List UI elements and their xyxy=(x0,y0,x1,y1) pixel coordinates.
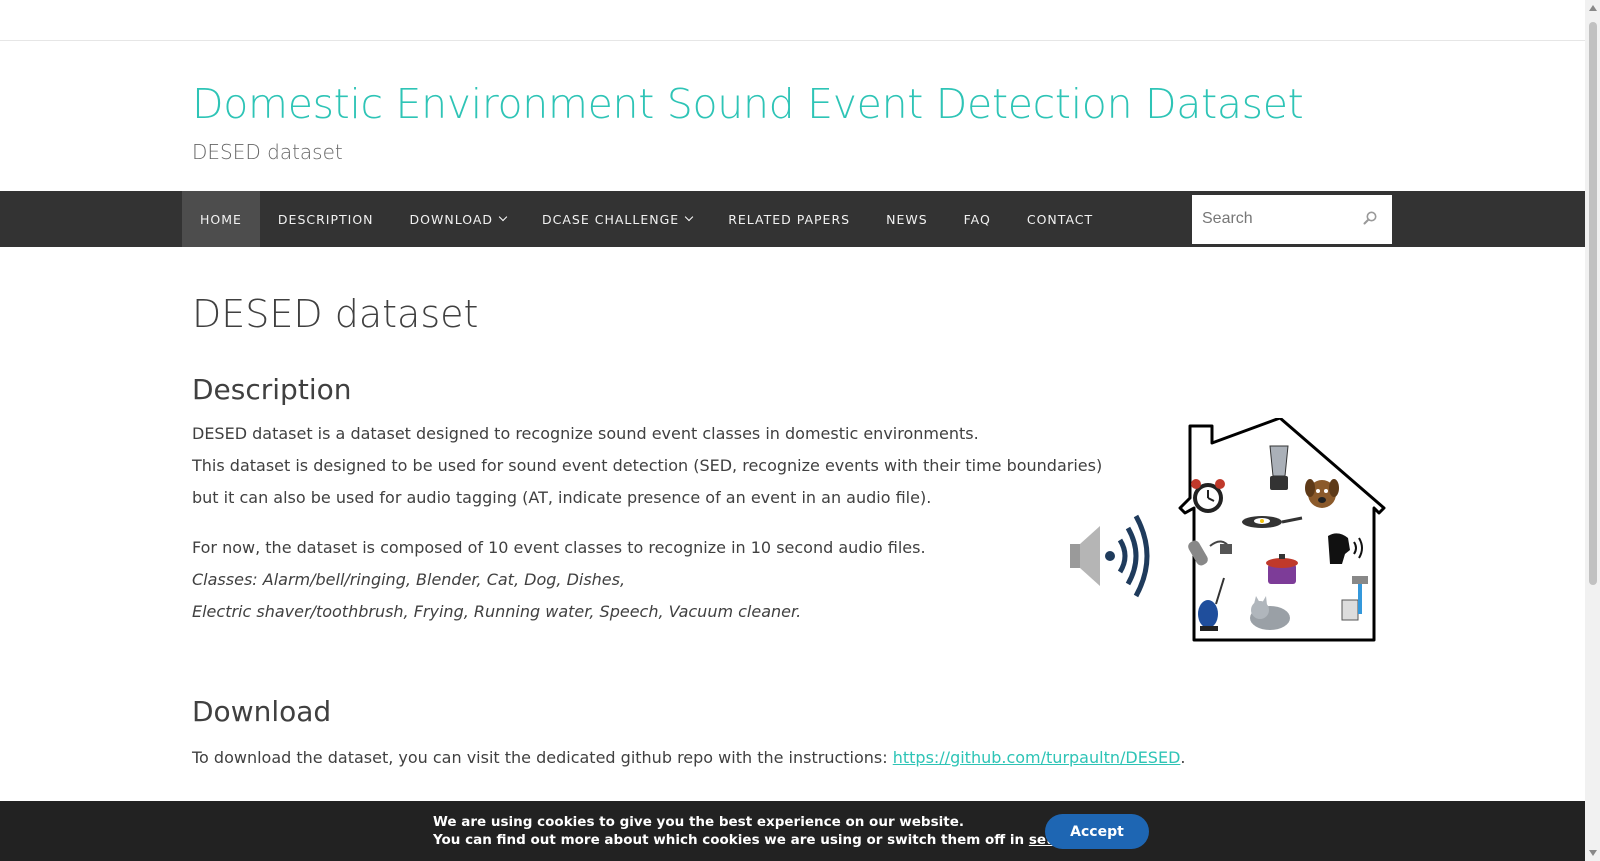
chevron-down-icon xyxy=(684,212,694,222)
accept-cookies-button[interactable]: Accept xyxy=(1045,814,1149,849)
top-bar xyxy=(0,0,1585,41)
cookie-line-2: You can find out more about which cookie… xyxy=(433,831,1096,849)
description-heading: Description xyxy=(192,373,352,406)
nav-item-dcase-challenge[interactable]: DCASE CHALLENGE xyxy=(524,191,710,247)
site-tagline: DESED dataset xyxy=(192,140,343,164)
nav-label: RELATED PAPERS xyxy=(728,211,851,227)
nav-item-description[interactable]: DESCRIPTION xyxy=(260,191,392,247)
classes-line-1: Classes: Alarm/bell/ringing, Blender, Ca… xyxy=(192,570,626,589)
house-sound-illustration xyxy=(1070,418,1386,642)
description-paragraph-4: For now, the dataset is composed of 10 e… xyxy=(192,538,926,557)
nav-item-home[interactable]: HOME xyxy=(182,191,260,247)
site-title[interactable]: Domestic Environment Sound Event Detecti… xyxy=(192,80,1304,128)
description-paragraph-1: DESED dataset is a dataset designed to r… xyxy=(192,424,979,443)
nav-item-news[interactable]: NEWS xyxy=(868,191,946,247)
classes-line-2: Electric shaver/toothbrush, Frying, Runn… xyxy=(192,602,802,621)
cookie-line-2-text: You can find out more about which cookie… xyxy=(433,832,1029,848)
scroll-up-icon[interactable] xyxy=(1589,5,1597,11)
download-text: To download the dataset, you can visit t… xyxy=(192,748,893,767)
blender-icon xyxy=(1269,445,1289,490)
nav-item-contact[interactable]: CONTACT xyxy=(1009,191,1111,247)
nav-label: NEWS xyxy=(886,211,928,227)
description-paragraph-3: but it can also be used for audio taggin… xyxy=(192,488,932,507)
download-paragraph: To download the dataset, you can visit t… xyxy=(192,748,1185,767)
nav-label: DOWNLOAD xyxy=(409,211,494,227)
cookie-line-1: We are using cookies to give you the bes… xyxy=(433,814,964,830)
download-heading: Download xyxy=(192,695,332,728)
nav-label: FAQ xyxy=(963,211,991,227)
description-paragraph-2: This dataset is designed to be used for … xyxy=(192,456,1103,475)
cookie-banner: We are using cookies to give you the bes… xyxy=(0,801,1585,861)
page-title: DESED dataset xyxy=(192,292,479,336)
speaker-icon xyxy=(1070,514,1150,598)
cookie-message: We are using cookies to give you the bes… xyxy=(433,813,1096,849)
nav-label: CONTACT xyxy=(1026,211,1094,227)
scroll-down-icon[interactable] xyxy=(1589,850,1597,856)
search-form xyxy=(1192,195,1392,244)
chevron-down-icon xyxy=(498,212,508,222)
search-input[interactable] xyxy=(1192,195,1362,242)
github-repo-link[interactable]: https://github.com/turpaultn/DESED xyxy=(893,748,1181,767)
nav-label: DCASE CHALLENGE xyxy=(542,211,680,227)
scrollbar-thumb[interactable] xyxy=(1589,22,1597,585)
nav-label: DESCRIPTION xyxy=(277,211,374,227)
download-text-end: . xyxy=(1180,748,1186,767)
nav-item-related-papers[interactable]: RELATED PAPERS xyxy=(710,191,868,247)
search-icon[interactable] xyxy=(1362,210,1378,226)
nav-menu: HOME DESCRIPTION DOWNLOAD DCASE CHALLENG… xyxy=(182,191,1111,247)
nav-label: HOME xyxy=(200,211,242,227)
nav-item-faq[interactable]: FAQ xyxy=(946,191,1009,247)
nav-item-download[interactable]: DOWNLOAD xyxy=(392,191,525,247)
page-scrollbar[interactable] xyxy=(1585,0,1600,861)
